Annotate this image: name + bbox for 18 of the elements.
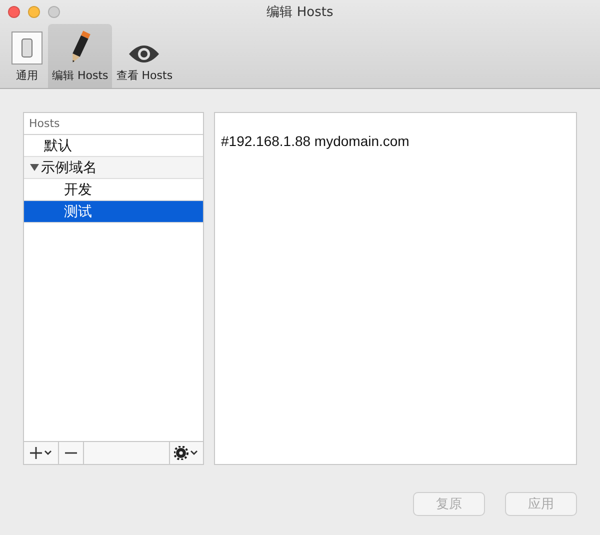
minus-icon (65, 452, 77, 454)
toolbar-tab[interactable]: 编辑 Hosts (48, 24, 112, 88)
tab-label: 编辑 Hosts (52, 68, 108, 83)
close-button[interactable] (8, 6, 20, 18)
tab-label: 查看 Hosts (116, 68, 173, 83)
toolbar-tab[interactable]: 查看 Hosts (112, 24, 177, 88)
hosts-editor[interactable]: #192.168.1.88 mydomain.com (214, 112, 577, 465)
group-row[interactable]: 示例域名 (24, 157, 203, 179)
plus-icon (29, 447, 53, 459)
window-title: 编辑 Hosts (266, 4, 334, 21)
tab-label: 通用 (16, 68, 38, 83)
toolbar-tab[interactable]: 通用 (6, 24, 48, 88)
tree-item[interactable]: 测试 (24, 201, 203, 223)
disclosure-triangle-icon[interactable] (30, 163, 39, 172)
group-label: 示例域名 (41, 158, 97, 176)
switch-icon (11, 31, 43, 65)
gear-icon (174, 446, 200, 460)
eye-icon (128, 43, 160, 65)
